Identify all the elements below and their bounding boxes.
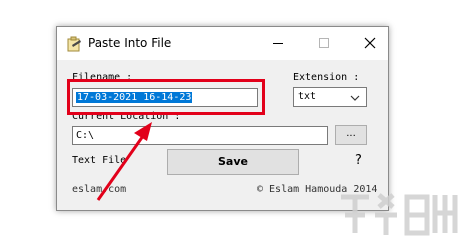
arrow-head [134, 122, 152, 141]
arrow-shaft [96, 135, 145, 201]
watermark-logo [341, 193, 458, 236]
